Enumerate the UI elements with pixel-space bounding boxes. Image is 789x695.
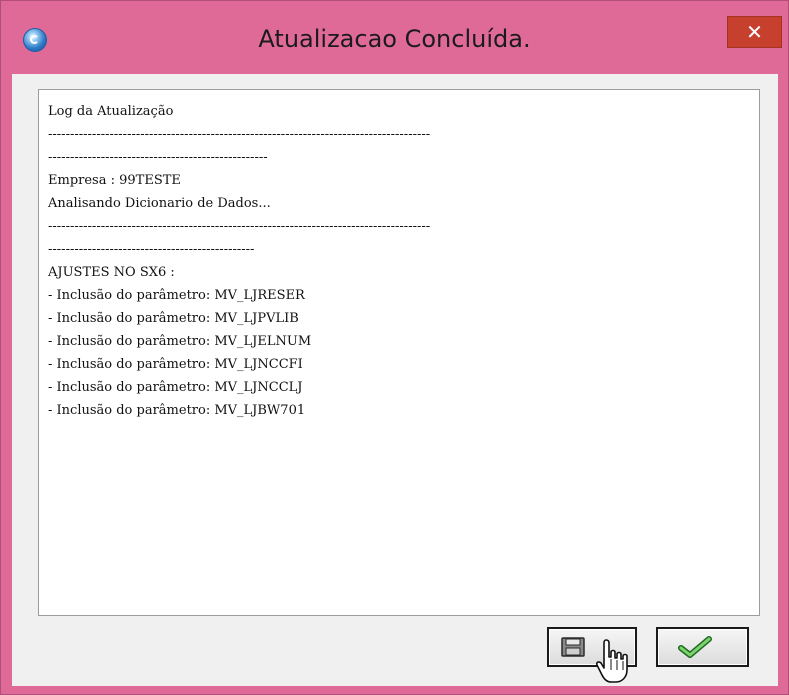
log-line: Empresa : 99TESTE (48, 173, 181, 188)
log-line: - Inclusão do parâmetro: MV_LJELNUM (48, 334, 312, 349)
log-line: Analisando Dicionario de Dados... (48, 196, 271, 211)
title-bar[interactable]: Atualizacao Concluída. (1, 1, 788, 81)
log-line: ----------------------------------------… (48, 242, 255, 257)
close-icon: ✕ (746, 20, 763, 44)
close-button[interactable]: ✕ (727, 16, 782, 48)
log-line: - Inclusão do parâmetro: MV_LJPVLIB (48, 311, 299, 326)
log-line: - Inclusão do parâmetro: MV_LJNCCFI (48, 357, 303, 372)
log-textbox[interactable]: Log da Atualização ---------------------… (38, 89, 760, 616)
log-line: - Inclusão do parâmetro: MV_LJRESER (48, 288, 305, 303)
log-line: - Inclusão do parâmetro: MV_LJNCCLJ (48, 380, 303, 395)
floppy-disk-icon (561, 637, 585, 657)
hand-cursor-icon (596, 639, 628, 683)
log-line: - Inclusão do parâmetro: MV_LJBW701 (48, 403, 306, 418)
log-line: Log da Atualização (48, 104, 174, 119)
log-line: ----------------------------------------… (48, 150, 268, 165)
log-line: AJUSTES NO SX6 : (48, 265, 175, 280)
window-title: Atualizacao Concluída. (258, 25, 531, 53)
checkmark-icon (678, 636, 712, 658)
log-line: ----------------------------------------… (48, 219, 431, 234)
dialog-client-area: Log da Atualização ---------------------… (12, 74, 778, 686)
log-line: ----------------------------------------… (48, 127, 431, 142)
dialog-window: Atualizacao Concluída. ✕ Log da Atualiza… (0, 0, 789, 695)
ok-button[interactable] (656, 627, 749, 667)
